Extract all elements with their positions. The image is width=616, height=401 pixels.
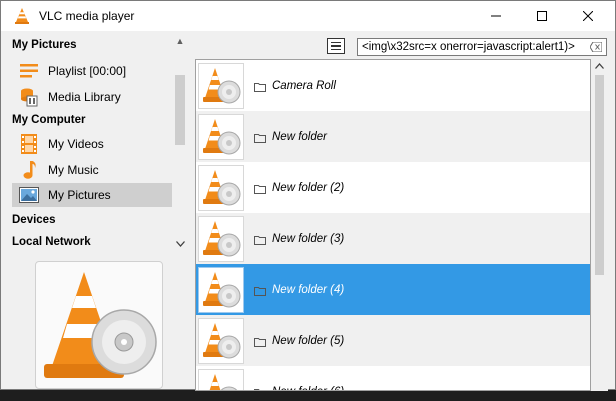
sidebar-item-media-library[interactable]: Media Library [12,85,172,109]
vlc-thumbnail-icon [198,317,244,364]
list-item[interactable]: New folder (6) [196,366,590,391]
sidebar-item-label: Media Library [48,90,121,104]
sidebar-scrollbar[interactable]: ▲ [173,35,187,257]
minimize-button[interactable] [473,1,519,31]
list-item[interactable]: New folder (4) [196,264,590,315]
maximize-icon [537,11,547,21]
sidebar-item-label: My Pictures [48,188,111,202]
vlc-window: VLC media player My Pictures Playlist [0… [0,0,616,391]
sidebar: My Pictures Playlist [00:00] Media Libra… [9,35,189,257]
folder-icon [254,285,266,296]
sidebar-item-label: My Videos [48,137,104,151]
clear-search-button[interactable] [589,40,603,54]
media-library-icon [18,86,40,108]
title-bar: VLC media player [1,1,615,31]
vlc-thumbnail-icon [198,62,244,109]
folder-icon [254,336,266,347]
folder-icon [254,234,266,245]
sidebar-item-label: My Music [48,163,99,177]
window-title: VLC media player [39,9,135,23]
close-button[interactable] [565,1,611,31]
sidebar-header-devices: Devices [12,214,56,226]
list-item-label: New folder [272,130,327,143]
media-list: Camera Roll New folder New folder (2) New f… [195,59,591,391]
clear-icon [590,42,602,52]
list-item-label: New folder (4) [272,283,345,296]
sidebar-scroll-thumb[interactable] [175,75,185,145]
sidebar-header-my-computer: My Computer [12,114,86,126]
folder-icon [254,387,266,390]
sidebar-item-label: Playlist [00:00] [48,64,127,78]
list-scrollbar[interactable] [591,59,608,391]
sidebar-item-my-music[interactable]: My Music [12,158,172,182]
list-item-label: New folder (3) [272,232,345,245]
list-item-label: New folder (6) [272,386,344,391]
list-item-label: Camera Roll [272,79,336,92]
list-item[interactable]: New folder [196,111,590,162]
sidebar-header-local-network: Local Network [12,236,91,248]
scroll-up-icon[interactable] [591,62,608,71]
view-mode-button[interactable] [327,38,345,54]
sidebar-item-my-videos[interactable]: My Videos [12,132,172,156]
folder-icon [254,81,266,92]
maximize-button[interactable] [519,1,565,31]
search-input[interactable] [357,38,607,56]
music-note-icon [18,159,40,181]
list-item[interactable]: New folder (2) [196,162,590,213]
list-item[interactable]: Camera Roll [196,60,590,111]
close-icon [583,11,593,21]
film-icon [18,133,40,155]
vlc-thumbnail-icon [198,266,244,313]
picture-icon [18,184,40,206]
folder-icon [254,132,266,143]
list-item[interactable]: New folder (5) [196,315,590,366]
vlc-cone-icon [44,272,157,378]
vlc-thumbnail-icon [198,113,244,160]
list-item[interactable]: New folder (3) [196,213,590,264]
vlc-cone-icon [15,8,29,24]
sidebar-item-playlist[interactable]: Playlist [00:00] [12,59,172,83]
album-art [35,261,163,389]
scroll-down-icon[interactable] [173,239,187,249]
list-view-icon [331,41,341,44]
scroll-up-icon[interactable]: ▲ [173,36,187,46]
list-scroll-thumb[interactable] [595,75,604,275]
minimize-icon [491,15,501,17]
sidebar-header-my-pictures: My Pictures [12,39,77,51]
folder-icon [254,183,266,194]
vlc-thumbnail-icon [198,215,244,262]
sidebar-item-my-pictures[interactable]: My Pictures [12,183,172,207]
list-item-label: New folder (5) [272,334,345,347]
vlc-thumbnail-icon [198,164,244,211]
list-item-label: New folder (2) [272,181,345,194]
playlist-icon [18,60,40,82]
vlc-thumbnail-icon [198,368,244,390]
